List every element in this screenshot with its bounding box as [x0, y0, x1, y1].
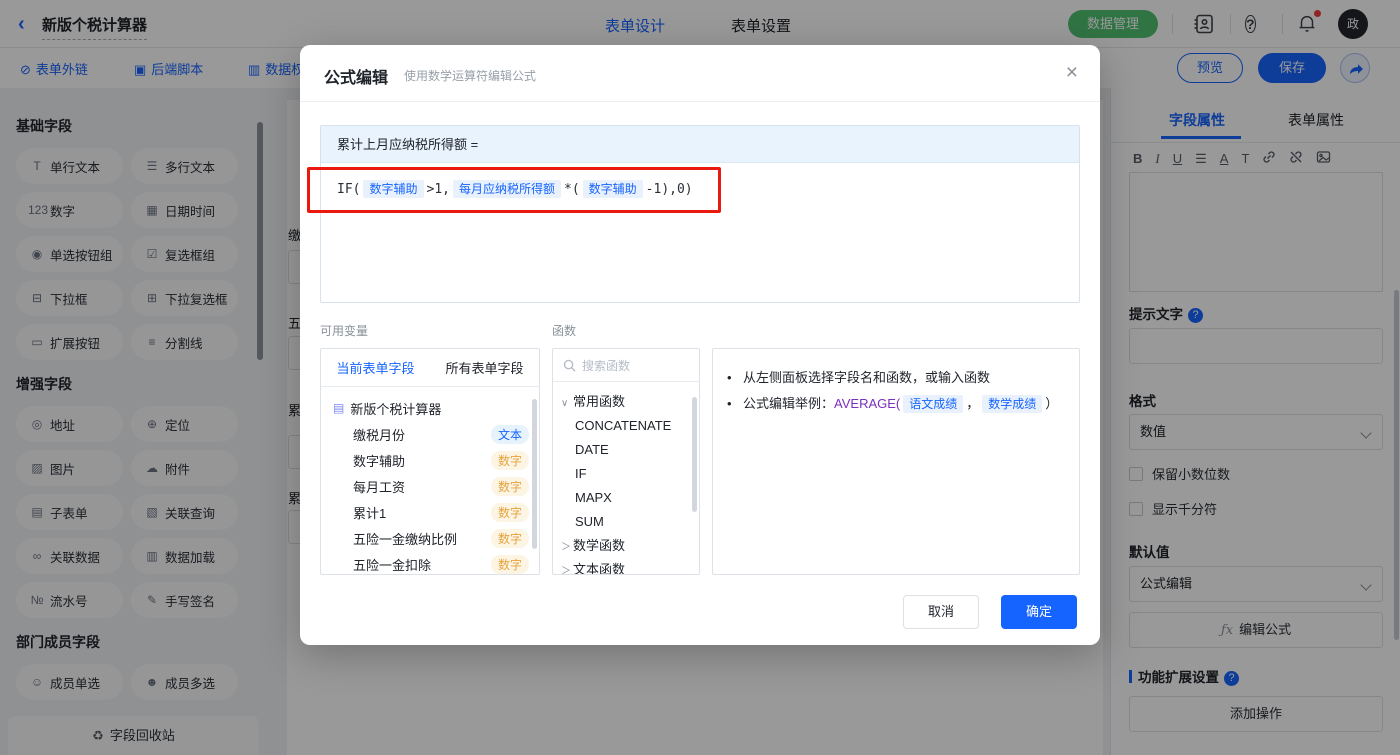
example-text: ） [1045, 396, 1059, 411]
variable-row[interactable]: 五险一金扣除 数字 [321, 551, 539, 574]
formula-text: *( [564, 182, 580, 197]
bullet: • [727, 396, 732, 411]
variable-name: 缴税月份 [353, 427, 406, 443]
chevron-down-icon: ∨ [561, 398, 569, 409]
tab-all-form-fields[interactable]: 所有表单字段 [445, 358, 523, 377]
example-text: ， [966, 396, 980, 411]
function-group-name: 数学函数 [573, 538, 626, 553]
function-group-name: 常用函数 [573, 394, 626, 409]
formula-text: IF( [337, 182, 361, 197]
functions-scrollbar[interactable] [692, 397, 697, 512]
modal-header: 公式编辑 使用数学运算符编辑公式 × [300, 45, 1100, 102]
variable-name: 累计1 [353, 505, 387, 521]
variable-name: 五险一金缴纳比例 [353, 531, 458, 547]
close-icon[interactable]: × [1066, 61, 1078, 85]
help-panel: • 从左侧面板选择字段名和函数，或输入函数 • 公式编辑举例：AVERAGE(语文成… [712, 348, 1080, 575]
variable-row[interactable]: 每月工资 数字 [321, 473, 539, 499]
confirm-button[interactable]: 确定 [1001, 595, 1077, 629]
function-item-concatenate[interactable]: CONCATENATE [553, 414, 699, 438]
form-name: 新版个税计算器 [350, 401, 442, 417]
tab-current-form-fields[interactable]: 当前表单字段 [336, 358, 414, 377]
variable-type-badge: 数字 [490, 528, 529, 548]
chevron-right-icon: ＞ [561, 566, 571, 575]
function-item-mapx[interactable]: MAPX [553, 486, 699, 510]
form-doc-icon: ▤ [333, 401, 345, 415]
variable-type-badge: 数字 [490, 450, 529, 470]
formula-editor[interactable]: IF(数字辅助 >1, 每月应纳税所得额 *(数字辅助 -1),0) [321, 163, 1079, 214]
function-item-sum[interactable]: SUM [553, 510, 699, 534]
variables-label: 可用变量 [320, 324, 369, 338]
function-group-name: 文本函数 [573, 562, 626, 575]
variable-name: 五险一金扣除 [353, 557, 432, 573]
search-placeholder: 搜索函数 [582, 358, 631, 373]
chevron-right-icon: ＞ [561, 542, 571, 553]
variables-panel: 当前表单字段 所有表单字段 ▤ 新版个税计算器 缴税月份 文本 数字辅助 数字 每月工资 数字… [320, 348, 540, 575]
example-field-token: 数学成绩 [982, 395, 1043, 413]
variable-form-node[interactable]: ▤ 新版个税计算器 [321, 395, 539, 421]
function-group-collapsed[interactable]: ＞文本函数 [553, 558, 699, 575]
function-item-date[interactable]: DATE [553, 438, 699, 462]
functions-panel: 搜索函数 ∨ 常用函数 CONCATENATE DATE IF MAPX SUM ＞数学函数＞… [552, 348, 700, 575]
help-tip: • 从左侧面板选择字段名和函数，或输入函数 [727, 365, 1065, 391]
formula-text: -1),0) [645, 182, 693, 197]
formula-field-token[interactable]: 每月应纳税所得额 [452, 180, 561, 198]
formula-field-token[interactable]: 数字辅助 [582, 180, 643, 198]
function-search[interactable]: 搜索函数 [553, 349, 699, 382]
function-group-expanded[interactable]: ∨ 常用函数 [553, 390, 699, 414]
formula-editor-modal: 公式编辑 使用数学运算符编辑公式 × 累计上月应纳税所得额 = IF(数字辅助 >… [300, 45, 1100, 645]
formula-block: 累计上月应纳税所得额 = IF(数字辅助 >1, 每月应纳税所得额 *(数字辅助 -1)… [320, 125, 1080, 303]
variable-type-badge: 数字 [490, 554, 529, 574]
modal-subtitle: 使用数学运算符编辑公式 [404, 69, 537, 83]
variable-type-badge: 文本 [490, 424, 529, 444]
functions-label: 函数 [552, 324, 577, 338]
variable-row[interactable]: 五险一金缴纳比例 数字 [321, 525, 539, 551]
variable-name: 每月工资 [353, 479, 406, 495]
search-icon [563, 359, 576, 372]
example-text: AVERAGE( [834, 396, 901, 411]
function-item-if[interactable]: IF [553, 462, 699, 486]
variable-row[interactable]: 累计1 数字 [321, 499, 539, 525]
variable-row[interactable]: 数字辅助 数字 [321, 447, 539, 473]
bullet: • [727, 370, 732, 385]
formula-target-field: 累计上月应纳税所得额 = [321, 126, 1079, 163]
formula-field-token[interactable]: 数字辅助 [363, 180, 424, 198]
formula-text: >1, [426, 182, 450, 197]
help-example: • 公式编辑举例：AVERAGE(语文成绩，数学成绩） [727, 391, 1065, 417]
example-field-token: 语文成绩 [903, 395, 964, 413]
variables-scrollbar[interactable] [532, 399, 537, 549]
variables-tabs: 当前表单字段 所有表单字段 [321, 349, 539, 387]
example-text: 公式编辑举例： [743, 396, 835, 411]
variable-type-badge: 数字 [490, 476, 529, 496]
variable-row[interactable]: 缴税月份 文本 [321, 421, 539, 447]
function-group-collapsed[interactable]: ＞数学函数 [553, 534, 699, 558]
variable-type-badge: 数字 [490, 502, 529, 522]
cancel-button[interactable]: 取消 [903, 595, 979, 629]
variable-name: 数字辅助 [353, 453, 406, 469]
modal-title: 公式编辑 [324, 70, 389, 87]
